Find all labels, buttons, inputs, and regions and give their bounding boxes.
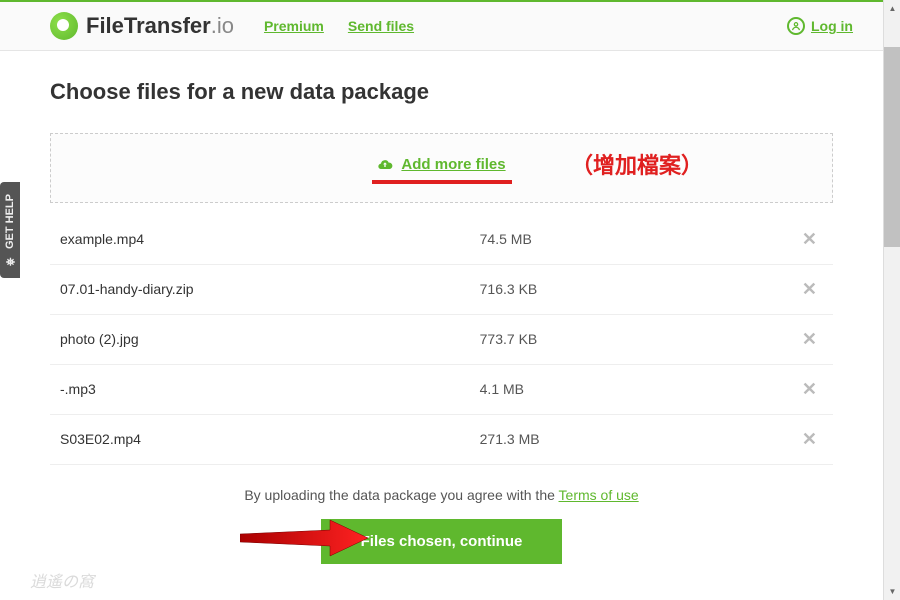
table-row: 07.01-handy-diary.zip 716.3 KB ✕: [50, 265, 833, 315]
annotation-arrow-icon: [240, 518, 370, 558]
remove-file-button[interactable]: ✕: [796, 329, 823, 350]
file-size: 716.3 KB: [480, 281, 796, 297]
close-icon: ✕: [802, 279, 817, 299]
file-name: S03E02.mp4: [60, 431, 480, 447]
logo-text: FileTransfer.io: [86, 13, 234, 39]
terms-text: By uploading the data package you agree …: [50, 487, 833, 503]
login-link[interactable]: Log in: [787, 17, 853, 35]
logo-main: FileTransfer: [86, 13, 211, 38]
table-row: -.mp3 4.1 MB ✕: [50, 365, 833, 415]
watermark: 逍遙の窩: [30, 568, 94, 592]
nav-links: Premium Send files: [264, 18, 414, 34]
table-row: S03E02.mp4 271.3 MB ✕: [50, 415, 833, 465]
close-icon: ✕: [802, 329, 817, 349]
remove-file-button[interactable]: ✕: [796, 279, 823, 300]
add-more-files-link[interactable]: Add more files: [377, 156, 505, 173]
scrollbar-thumb[interactable]: [884, 47, 900, 247]
close-icon: ✕: [802, 379, 817, 399]
lifebuoy-icon: ⛯: [4, 255, 16, 266]
remove-file-button[interactable]: ✕: [796, 429, 823, 450]
get-help-label: GET HELP: [4, 194, 16, 249]
file-size: 271.3 MB: [480, 431, 796, 447]
user-icon: [787, 17, 805, 35]
terms-prefix: By uploading the data package you agree …: [244, 487, 558, 503]
table-row: example.mp4 74.5 MB ✕: [50, 215, 833, 265]
file-size: 773.7 KB: [480, 331, 796, 347]
annotation-text-cn: （增加檔案）: [571, 148, 703, 180]
scroll-down-arrow-icon[interactable]: ▼: [884, 583, 900, 600]
scrollbar-track[interactable]: [884, 17, 900, 583]
add-more-label: Add more files: [401, 156, 505, 173]
nav-premium[interactable]: Premium: [264, 18, 324, 34]
page-title: Choose files for a new data package: [50, 79, 833, 105]
scroll-up-arrow-icon[interactable]: ▲: [884, 0, 900, 17]
vertical-scrollbar[interactable]: ▲ ▼: [883, 0, 900, 600]
get-help-tab[interactable]: ⛯ GET HELP: [0, 182, 20, 278]
close-icon: ✕: [802, 229, 817, 249]
file-name: -.mp3: [60, 381, 480, 397]
file-name: photo (2).jpg: [60, 331, 480, 347]
footer: By uploading the data package you agree …: [50, 487, 833, 564]
annotation-underline: [372, 180, 512, 184]
login-label: Log in: [811, 18, 853, 34]
file-name: example.mp4: [60, 231, 480, 247]
cloud-upload-icon: [377, 157, 393, 173]
logo-icon: [50, 12, 78, 40]
dropzone[interactable]: Add more files （增加檔案）: [50, 133, 833, 203]
file-size: 4.1 MB: [480, 381, 796, 397]
table-row: photo (2).jpg 773.7 KB ✕: [50, 315, 833, 365]
file-name: 07.01-handy-diary.zip: [60, 281, 480, 297]
logo-suffix: .io: [211, 13, 234, 38]
brand-logo[interactable]: FileTransfer.io: [50, 12, 234, 40]
terms-of-use-link[interactable]: Terms of use: [559, 487, 639, 503]
remove-file-button[interactable]: ✕: [796, 229, 823, 250]
nav-send-files[interactable]: Send files: [348, 18, 414, 34]
remove-file-button[interactable]: ✕: [796, 379, 823, 400]
top-bar: FileTransfer.io Premium Send files Log i…: [0, 2, 883, 51]
file-list: example.mp4 74.5 MB ✕ 07.01-handy-diary.…: [50, 215, 833, 465]
close-icon: ✕: [802, 429, 817, 449]
file-size: 74.5 MB: [480, 231, 796, 247]
